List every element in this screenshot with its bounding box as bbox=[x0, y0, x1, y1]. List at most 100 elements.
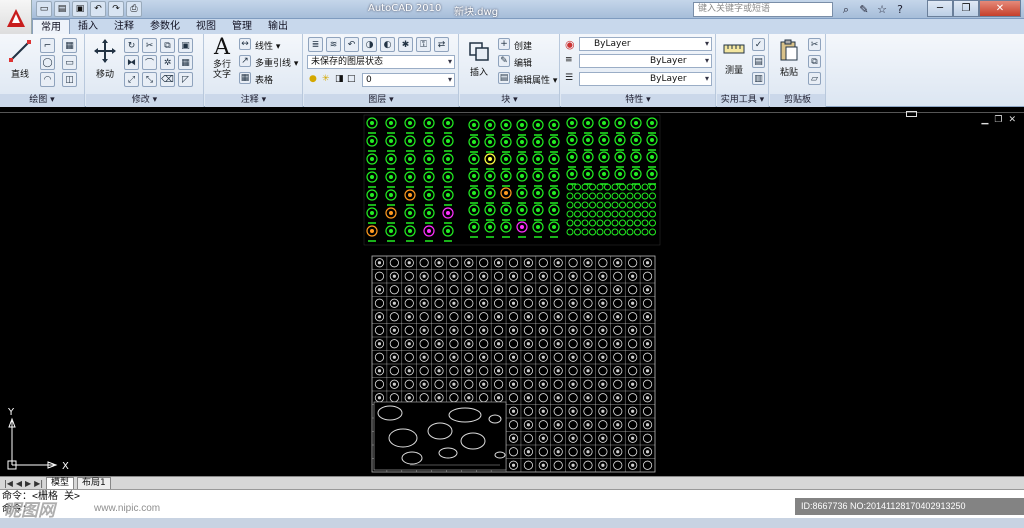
tab-annotate[interactable]: 注释 bbox=[106, 19, 142, 34]
measure-button[interactable]: 测量 bbox=[719, 38, 749, 76]
close-button[interactable]: ✕ bbox=[979, 0, 1021, 17]
mirror-icon[interactable]: ⧓ bbox=[124, 55, 139, 70]
help-icon[interactable]: ? bbox=[892, 2, 908, 17]
new-file-icon[interactable]: ▭ bbox=[36, 1, 52, 17]
linear-dimension-button[interactable]: 线性 ▾ bbox=[255, 39, 280, 52]
wrench-icon[interactable]: ✎ bbox=[856, 2, 872, 17]
utilities-panel-label[interactable]: 实用工具 ▾ bbox=[717, 94, 768, 107]
tab-parametric[interactable]: 参数化 bbox=[142, 19, 188, 34]
next-tab-icon[interactable]: ▶ bbox=[25, 479, 31, 488]
quick-select-icon[interactable]: ✓ bbox=[752, 38, 765, 51]
line-button[interactable]: 直线 bbox=[6, 38, 34, 80]
scale-icon[interactable]: ⤡ bbox=[142, 72, 157, 87]
region-icon[interactable]: ◫ bbox=[62, 72, 77, 87]
first-tab-icon[interactable]: |◀ bbox=[4, 479, 13, 488]
minimize-button[interactable]: ─ bbox=[927, 0, 953, 17]
table-button[interactable]: 表格 bbox=[255, 73, 273, 86]
layer-on-icon[interactable]: ● bbox=[309, 74, 317, 84]
layer-state-dropdown[interactable]: 未保存的图层状态 bbox=[307, 55, 455, 69]
insert-block-button[interactable]: 插入 bbox=[464, 40, 494, 78]
undo-icon[interactable]: ↶ bbox=[90, 1, 106, 17]
drawing-area[interactable]: YX bbox=[0, 112, 1024, 476]
offset-icon[interactable]: ▣ bbox=[178, 38, 193, 53]
plot-icon[interactable]: ⎙ bbox=[126, 1, 142, 17]
array-icon[interactable]: ▦ bbox=[178, 55, 193, 70]
save-icon[interactable]: ▣ bbox=[72, 1, 88, 17]
last-tab-icon[interactable]: ▶| bbox=[34, 479, 43, 488]
clipboard-panel-label[interactable]: 剪贴板 bbox=[770, 94, 825, 107]
search-input[interactable]: 键入关键字或短语 bbox=[693, 2, 833, 17]
layer-isolate-icon[interactable]: ◐ bbox=[380, 37, 395, 52]
tab-manage[interactable]: 管理 bbox=[224, 19, 260, 34]
block-panel-label[interactable]: 块 ▾ bbox=[460, 94, 559, 107]
edit-block-button[interactable]: 编辑 bbox=[514, 56, 532, 69]
application-menu-button[interactable] bbox=[0, 0, 32, 36]
layer-off-icon[interactable]: ◑ bbox=[362, 37, 377, 52]
polyline-icon[interactable]: ⌐ bbox=[40, 38, 55, 53]
tab-output[interactable]: 输出 bbox=[260, 19, 296, 34]
edit-attributes-icon[interactable]: ▤ bbox=[498, 72, 510, 84]
cut-icon[interactable]: ✂ bbox=[808, 38, 821, 51]
viewport-minimize-icon[interactable]: ▁ bbox=[981, 115, 988, 125]
layer-thaw-icon[interactable]: ✳ bbox=[322, 74, 330, 84]
viewport-close-icon[interactable]: ✕ bbox=[1008, 115, 1016, 125]
copy-clip-icon[interactable]: ⧉ bbox=[808, 55, 821, 68]
layer-unlock-icon[interactable]: ◨ bbox=[335, 74, 344, 84]
layer-properties-icon[interactable]: ≣ bbox=[308, 37, 323, 52]
tab-view[interactable]: 视图 bbox=[188, 19, 224, 34]
edit-attributes-button[interactable]: 编辑属性 ▾ bbox=[514, 73, 557, 86]
match-properties-icon[interactable]: ▱ bbox=[808, 72, 821, 85]
paste-button[interactable]: 粘贴 bbox=[774, 38, 804, 78]
tab-model[interactable]: 模型 bbox=[46, 476, 75, 490]
prev-tab-icon[interactable]: ◀ bbox=[16, 479, 22, 488]
cad-canvas[interactable]: YX bbox=[0, 113, 1024, 477]
fillet-icon[interactable]: ⌒ bbox=[142, 55, 157, 70]
draw-panel-label[interactable]: 绘图 ▾ bbox=[0, 94, 84, 107]
trim-icon[interactable]: ✂ bbox=[142, 38, 157, 53]
binoculars-icon[interactable]: ⌕ bbox=[838, 2, 854, 17]
open-file-icon[interactable]: ▤ bbox=[54, 1, 70, 17]
copy-icon[interactable]: ⧉ bbox=[160, 38, 175, 53]
redo-icon[interactable]: ↷ bbox=[108, 1, 124, 17]
tab-insert[interactable]: 插入 bbox=[70, 19, 106, 34]
erase-icon[interactable]: ⌫ bbox=[160, 72, 175, 87]
layer-match-icon[interactable]: ⇄ bbox=[434, 37, 449, 52]
edit-block-icon[interactable]: ✎ bbox=[498, 55, 510, 67]
modify-panel-label[interactable]: 修改 ▾ bbox=[86, 94, 203, 107]
annotation-panel-label[interactable]: 注释 ▾ bbox=[205, 94, 302, 107]
create-block-button[interactable]: 创建 bbox=[514, 39, 532, 52]
linetype-dropdown[interactable]: ByLayer bbox=[579, 54, 712, 68]
move-button[interactable]: 移动 bbox=[90, 38, 120, 80]
current-layer-dropdown[interactable]: 0 bbox=[362, 73, 455, 87]
grey-plant-symbol bbox=[434, 325, 444, 335]
stretch-icon[interactable]: ⤢ bbox=[124, 72, 139, 87]
viewport-restore-icon[interactable]: ❐ bbox=[994, 115, 1002, 125]
linear-dimension-icon[interactable]: ↔ bbox=[239, 38, 251, 50]
star-icon[interactable]: ☆ bbox=[874, 2, 890, 17]
lineweight-dropdown[interactable]: ByLayer bbox=[579, 72, 712, 86]
rotate-icon[interactable]: ↻ bbox=[124, 38, 139, 53]
multileader-icon[interactable]: ↗ bbox=[239, 55, 251, 67]
tab-layout1[interactable]: 布局1 bbox=[77, 476, 111, 490]
explode-icon[interactable]: ✲ bbox=[160, 55, 175, 70]
layers-panel-label[interactable]: 图层 ▾ bbox=[304, 94, 458, 107]
circle-icon[interactable]: ◯ bbox=[40, 55, 55, 70]
mtext-button[interactable]: A 多行 文字 bbox=[208, 36, 236, 81]
multileader-button[interactable]: 多重引线 ▾ bbox=[255, 56, 298, 69]
tab-home[interactable]: 常用 bbox=[32, 19, 70, 34]
color-dropdown[interactable]: ByLayer bbox=[579, 37, 712, 51]
layer-lock-icon[interactable]: ⚿ bbox=[416, 37, 431, 52]
layer-freeze-icon[interactable]: ✱ bbox=[398, 37, 413, 52]
arc-icon[interactable]: ◠ bbox=[40, 72, 55, 87]
rectangle-icon[interactable]: ▭ bbox=[62, 55, 77, 70]
create-block-icon[interactable]: + bbox=[498, 38, 510, 50]
select-all-icon[interactable]: ▤ bbox=[752, 55, 765, 68]
chamfer-icon[interactable]: ◸ bbox=[178, 72, 193, 87]
layer-previous-icon[interactable]: ↶ bbox=[344, 37, 359, 52]
hatch-icon[interactable]: ▦ bbox=[62, 38, 77, 53]
restore-button[interactable]: ❐ bbox=[953, 0, 979, 17]
layer-state-icon[interactable]: ≋ bbox=[326, 37, 341, 52]
properties-panel-label[interactable]: 特性 ▾ bbox=[561, 94, 715, 107]
calculator-icon[interactable]: ▥ bbox=[752, 72, 765, 85]
table-icon[interactable]: ▦ bbox=[239, 72, 251, 84]
